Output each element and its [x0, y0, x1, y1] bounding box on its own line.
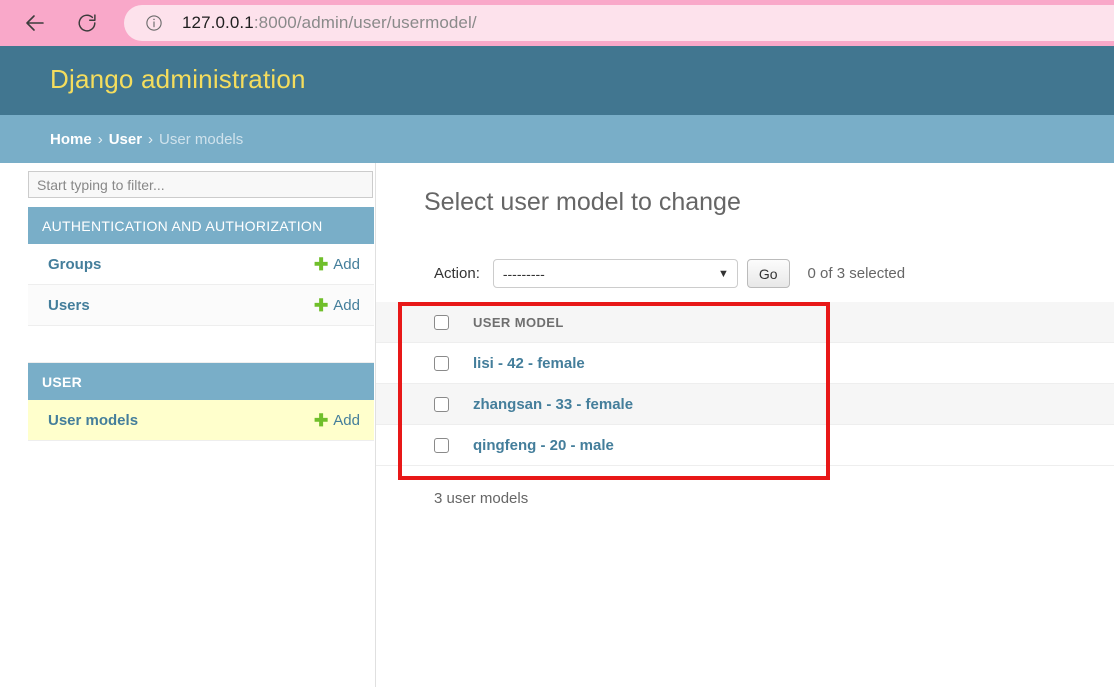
selection-counter: 0 of 3 selected: [807, 265, 906, 282]
info-circle-icon[interactable]: [144, 13, 164, 33]
url-path: :8000/admin/user/usermodel/: [253, 13, 477, 32]
site-title[interactable]: Django administration: [50, 64, 306, 95]
table-row[interactable]: zhangsan - 33 - female: [376, 384, 1114, 425]
sidebar-add-user-models[interactable]: ✚ Add: [314, 412, 360, 429]
arrow-left-icon: [23, 11, 47, 35]
table-row[interactable]: qingfeng - 20 - male: [376, 425, 1114, 466]
plus-icon: ✚: [314, 295, 329, 315]
reload-button[interactable]: [70, 6, 104, 40]
results-table: USER MODEL lisi - 42 - female zhangsan -…: [376, 302, 1114, 466]
row-checkbox[interactable]: [434, 437, 449, 453]
row-link[interactable]: lisi - 42 - female: [473, 355, 585, 372]
action-label: Action:: [434, 265, 480, 282]
add-label: Add: [333, 411, 360, 429]
row-checkbox[interactable]: [434, 396, 449, 412]
url-host: 127.0.0.1: [182, 13, 254, 32]
column-header-user-model[interactable]: USER MODEL: [473, 315, 564, 330]
back-button[interactable]: [18, 6, 52, 40]
sidebar-filter-input[interactable]: [28, 171, 373, 198]
sidebar-filter-wrap: [28, 171, 373, 198]
action-select[interactable]: ---------: [492, 259, 738, 288]
sidebar-add-groups[interactable]: ✚ Add: [314, 256, 360, 273]
browser-toolbar: 127.0.0.1:8000/admin/user/usermodel/: [0, 0, 1114, 46]
sidebar-group-authentication: AUTHENTICATION AND AUTHORIZATION Groups …: [28, 207, 374, 326]
sidebar-group-user: USER User models ✚ Add: [28, 363, 374, 441]
plus-icon: ✚: [314, 254, 329, 274]
sidebar-divider: [28, 330, 374, 363]
table-row[interactable]: lisi - 42 - female: [376, 343, 1114, 384]
actions-toolbar: Action: --------- ▼ Go 0 of 3 selected: [434, 259, 905, 288]
django-header: Django administration: [0, 46, 1114, 115]
sidebar-item-label[interactable]: Users: [48, 297, 90, 314]
results-count: 3 user models: [434, 490, 529, 507]
add-label: Add: [333, 296, 360, 314]
breadcrumb: Home › User › User models: [0, 115, 1114, 163]
add-label: Add: [333, 255, 360, 273]
browser-window: 127.0.0.1:8000/admin/user/usermodel/ Dja…: [0, 0, 1114, 687]
action-select-wrap: --------- ▼: [492, 259, 738, 288]
breadcrumb-current: User models: [159, 130, 244, 148]
sidebar-item-label[interactable]: User models: [48, 412, 138, 429]
sidebar-item-label[interactable]: Groups: [48, 256, 101, 273]
plus-icon: ✚: [314, 410, 329, 430]
sidebar-item-user-models[interactable]: User models ✚ Add: [28, 400, 374, 441]
breadcrumb-app[interactable]: User: [109, 131, 142, 148]
row-checkbox[interactable]: [434, 355, 449, 371]
sidebar-item-groups[interactable]: Groups ✚ Add: [28, 244, 374, 285]
sidebar-item-users[interactable]: Users ✚ Add: [28, 285, 374, 326]
sidebar-group-title[interactable]: USER: [28, 363, 374, 400]
go-button[interactable]: Go: [746, 259, 790, 288]
row-link[interactable]: qingfeng - 20 - male: [473, 437, 614, 454]
sidebar: AUTHENTICATION AND AUTHORIZATION Groups …: [0, 163, 376, 687]
select-all-checkbox[interactable]: [434, 314, 449, 330]
breadcrumb-separator: ›: [148, 130, 154, 148]
breadcrumb-separator: ›: [97, 130, 103, 148]
address-bar[interactable]: 127.0.0.1:8000/admin/user/usermodel/: [124, 5, 1114, 41]
row-link[interactable]: zhangsan - 33 - female: [473, 396, 633, 413]
sidebar-group-title[interactable]: AUTHENTICATION AND AUTHORIZATION: [28, 207, 374, 244]
sidebar-add-users[interactable]: ✚ Add: [314, 297, 360, 314]
main-content: Select user model to change Action: ----…: [376, 163, 1114, 687]
url-text: 127.0.0.1:8000/admin/user/usermodel/: [182, 13, 477, 33]
table-header-row: USER MODEL: [376, 302, 1114, 343]
page-title: Select user model to change: [424, 188, 741, 216]
reload-icon: [76, 12, 98, 34]
breadcrumb-home[interactable]: Home: [50, 131, 92, 148]
